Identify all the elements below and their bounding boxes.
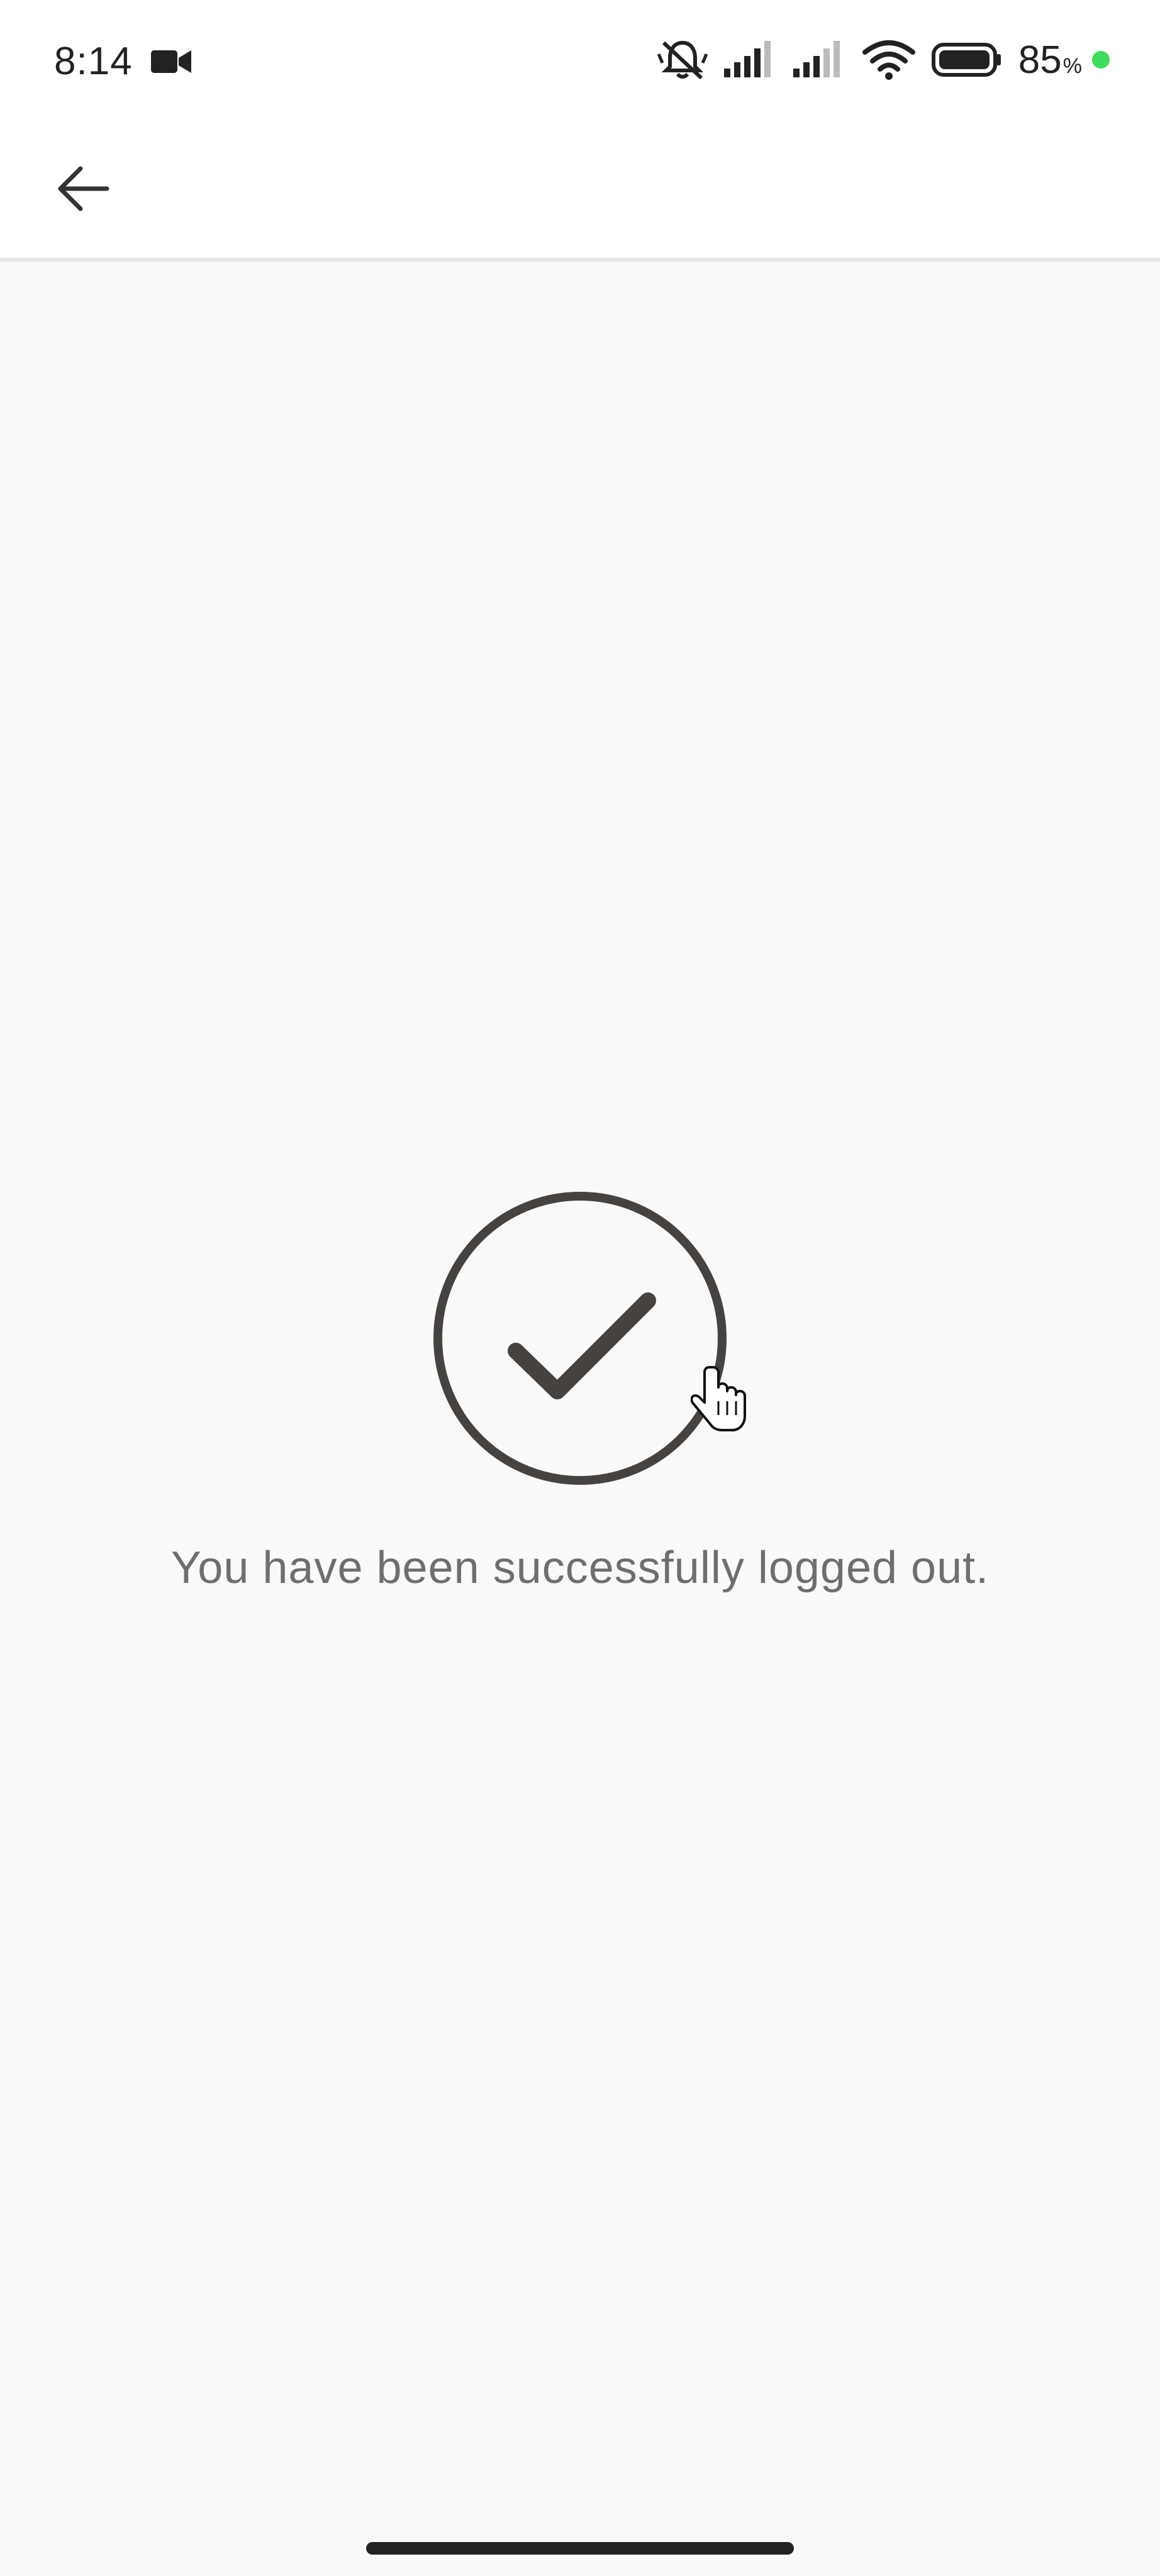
battery-level: 85 % (1018, 38, 1082, 82)
arrow-left-icon (58, 166, 109, 211)
hand-cursor-icon (691, 1366, 746, 1431)
signal-icon (793, 41, 840, 77)
charging-indicator-dot (1092, 51, 1110, 69)
bell-muted-icon (657, 40, 708, 80)
battery-icon (931, 43, 1001, 77)
status-time: 8:14 (54, 40, 133, 83)
back-button[interactable] (45, 151, 121, 226)
wifi-icon (862, 40, 915, 80)
signal-icon (723, 41, 771, 77)
status-bar: 8:14 85 % (0, 0, 1160, 126)
status-icons: 85 % (657, 38, 1110, 82)
battery-level-value: 85 (1018, 38, 1062, 82)
app-bar (0, 126, 1160, 262)
logout-message: You have been successfully logged out. (170, 1543, 990, 1593)
home-indicator[interactable] (366, 2542, 794, 2555)
video-camera-icon (151, 50, 191, 73)
battery-level-unit: % (1062, 53, 1082, 78)
check-circle-icon (433, 1192, 727, 1485)
logout-confirmation: You have been successfully logged out. (0, 262, 1160, 2526)
